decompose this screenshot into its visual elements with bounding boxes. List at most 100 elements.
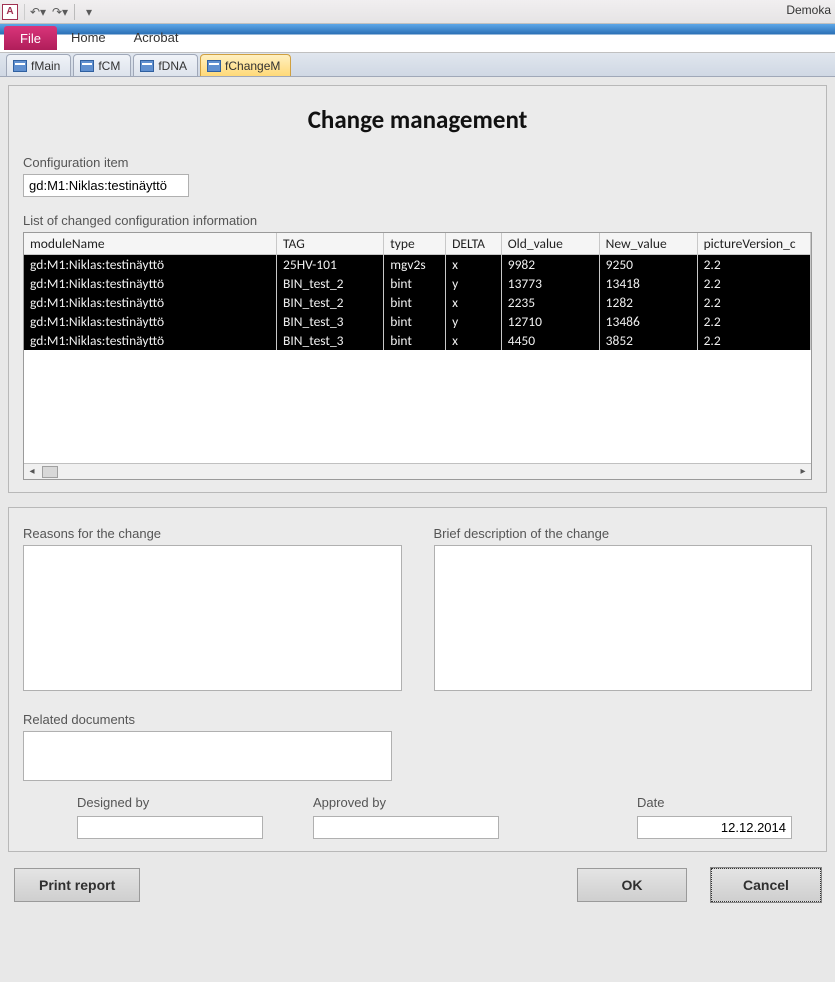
ci-label: Configuration item bbox=[23, 155, 812, 170]
approved-by-input[interactable] bbox=[313, 816, 499, 839]
designed-by-input[interactable] bbox=[77, 816, 263, 839]
reasons-label: Reasons for the change bbox=[23, 526, 402, 541]
table-cell: gd:M1:Niklas:testinäyttö bbox=[24, 293, 277, 312]
table-cell: gd:M1:Niklas:testinäyttö bbox=[24, 255, 277, 275]
qat-sep bbox=[74, 4, 75, 20]
table-cell: 2.2 bbox=[697, 293, 810, 312]
title-bar: A ↶▾ ↷▾ ▾ Demoka bbox=[0, 0, 835, 24]
table-cell: x bbox=[446, 293, 502, 312]
doc-tab-fCM[interactable]: fCM bbox=[73, 54, 131, 76]
date-input[interactable] bbox=[637, 816, 792, 839]
table-body: gd:M1:Niklas:testinäyttö25HV-101mgv2sx99… bbox=[24, 255, 811, 351]
table-row[interactable]: gd:M1:Niklas:testinäyttöBIN_test_3bintx4… bbox=[24, 331, 811, 350]
table-cell: 1282 bbox=[599, 293, 697, 312]
page-title: Change management bbox=[23, 104, 812, 135]
doc-tab-fMain[interactable]: fMain bbox=[6, 54, 71, 76]
tab-file[interactable]: File bbox=[4, 26, 57, 50]
col-header[interactable]: TAG bbox=[277, 233, 384, 255]
table-cell: BIN_test_2 bbox=[277, 274, 384, 293]
scroll-right-icon[interactable]: ▸ bbox=[795, 465, 811, 479]
form-icon bbox=[13, 60, 27, 72]
horizontal-scrollbar[interactable]: ◂ ▸ bbox=[24, 463, 811, 479]
table-cell: BIN_test_3 bbox=[277, 312, 384, 331]
col-header[interactable]: pictureVersion_c bbox=[697, 233, 810, 255]
table-cell: bint bbox=[384, 331, 446, 350]
undo-button[interactable]: ↶▾ bbox=[27, 2, 49, 22]
document-tabs: fMain fCM fDNA fChangeM bbox=[0, 53, 835, 77]
tab-acrobat[interactable]: Acrobat bbox=[120, 24, 193, 50]
brief-label: Brief description of the change bbox=[434, 526, 813, 541]
related-documents-input[interactable] bbox=[23, 731, 392, 781]
config-table[interactable]: moduleNameTAGtypeDELTAOld_valueNew_value… bbox=[23, 232, 812, 480]
related-label: Related documents bbox=[23, 712, 812, 727]
table-cell: 13773 bbox=[501, 274, 599, 293]
qat-separator bbox=[24, 4, 25, 20]
table-cell: 2235 bbox=[501, 293, 599, 312]
form-icon bbox=[207, 60, 221, 72]
table-cell: 9250 bbox=[599, 255, 697, 275]
table-cell: gd:M1:Niklas:testinäyttö bbox=[24, 274, 277, 293]
ribbon-tabs: File Home Acrobat bbox=[0, 24, 835, 50]
main-panel: Change management Configuration item Lis… bbox=[8, 85, 827, 493]
table-row[interactable]: gd:M1:Niklas:testinäyttöBIN_test_3binty1… bbox=[24, 312, 811, 331]
cancel-button[interactable]: Cancel bbox=[711, 868, 821, 902]
details-panel: Reasons for the change Brief description… bbox=[8, 507, 827, 852]
col-header[interactable]: moduleName bbox=[24, 233, 277, 255]
table-cell: 25HV-101 bbox=[277, 255, 384, 275]
col-header[interactable]: Old_value bbox=[501, 233, 599, 255]
table-cell: 13486 bbox=[599, 312, 697, 331]
reasons-textarea[interactable] bbox=[23, 545, 402, 691]
approved-label: Approved by bbox=[313, 795, 499, 810]
form-area: Change management Configuration item Lis… bbox=[0, 77, 835, 982]
table-row[interactable]: gd:M1:Niklas:testinäyttöBIN_test_2bintx2… bbox=[24, 293, 811, 312]
doc-tab-label: fCM bbox=[98, 59, 120, 73]
list-label: List of changed configuration informatio… bbox=[23, 213, 812, 228]
scroll-left-icon[interactable]: ◂ bbox=[24, 465, 40, 479]
table-cell: 9982 bbox=[501, 255, 599, 275]
doc-tab-label: fDNA bbox=[158, 59, 187, 73]
print-report-button[interactable]: Print report bbox=[14, 868, 140, 902]
table-cell: x bbox=[446, 331, 502, 350]
table-cell: BIN_test_2 bbox=[277, 293, 384, 312]
date-label: Date bbox=[637, 795, 792, 810]
table-row[interactable]: gd:M1:Niklas:testinäyttöBIN_test_2binty1… bbox=[24, 274, 811, 293]
col-header[interactable]: DELTA bbox=[446, 233, 502, 255]
doc-tab-label: fChangeM bbox=[225, 59, 280, 73]
table-cell: bint bbox=[384, 293, 446, 312]
col-header[interactable]: New_value bbox=[599, 233, 697, 255]
doc-tab-label: fMain bbox=[31, 59, 60, 73]
redo-button[interactable]: ↷▾ bbox=[49, 2, 71, 22]
table-cell: mgv2s bbox=[384, 255, 446, 275]
scroll-thumb[interactable] bbox=[42, 466, 58, 478]
table-cell: y bbox=[446, 312, 502, 331]
col-header[interactable]: type bbox=[384, 233, 446, 255]
table-cell: 2.2 bbox=[697, 331, 810, 350]
table-header-row: moduleNameTAGtypeDELTAOld_valueNew_value… bbox=[24, 233, 811, 255]
configuration-item-input[interactable] bbox=[23, 174, 189, 197]
table-cell: y bbox=[446, 274, 502, 293]
table-cell: 12710 bbox=[501, 312, 599, 331]
table-cell: bint bbox=[384, 274, 446, 293]
table-cell: gd:M1:Niklas:testinäyttö bbox=[24, 312, 277, 331]
table-cell: gd:M1:Niklas:testinäyttö bbox=[24, 331, 277, 350]
table-cell: 13418 bbox=[599, 274, 697, 293]
ok-button[interactable]: OK bbox=[577, 868, 687, 902]
doc-tab-fChangeM[interactable]: fChangeM bbox=[200, 54, 291, 76]
window-title: Demoka bbox=[786, 3, 831, 17]
table-cell: 2.2 bbox=[697, 274, 810, 293]
table-cell: 3852 bbox=[599, 331, 697, 350]
form-icon bbox=[140, 60, 154, 72]
form-icon bbox=[80, 60, 94, 72]
tab-home[interactable]: Home bbox=[57, 24, 120, 50]
table-cell: BIN_test_3 bbox=[277, 331, 384, 350]
qat-customize[interactable]: ▾ bbox=[78, 2, 100, 22]
table-cell: 2.2 bbox=[697, 255, 810, 275]
app-icon: A bbox=[2, 4, 18, 20]
doc-tab-fDNA[interactable]: fDNA bbox=[133, 54, 198, 76]
table-cell: 2.2 bbox=[697, 312, 810, 331]
table-row[interactable]: gd:M1:Niklas:testinäyttö25HV-101mgv2sx99… bbox=[24, 255, 811, 275]
brief-description-textarea[interactable] bbox=[434, 545, 813, 691]
table-cell: bint bbox=[384, 312, 446, 331]
table-cell: x bbox=[446, 255, 502, 275]
button-row: Print report OK Cancel bbox=[8, 866, 827, 902]
